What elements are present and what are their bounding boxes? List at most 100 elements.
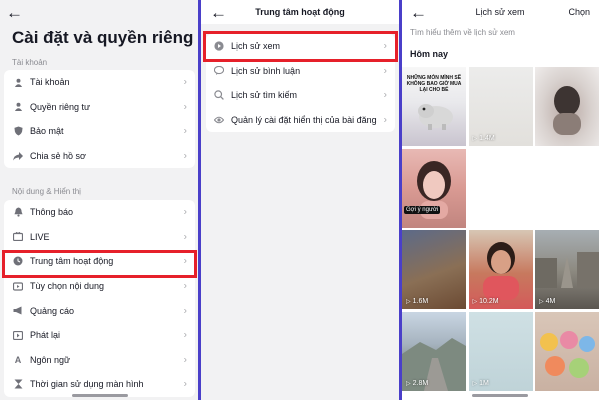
- person-icon: [13, 77, 23, 87]
- play-icon: ▷: [472, 136, 478, 142]
- settings-item-language[interactable]: A Ngôn ngữ ›: [4, 348, 195, 373]
- hourglass-icon: [13, 379, 23, 389]
- settings-item-security[interactable]: Bảo mật ›: [4, 119, 195, 144]
- video-thumbnail[interactable]: ▷ 2.8M: [402, 311, 466, 391]
- highlight-box: [2, 250, 197, 278]
- activity-item-search-history[interactable]: Lịch sử tìm kiếm ›: [206, 83, 395, 108]
- video-thumbnail[interactable]: ▷ 10.2M: [468, 230, 533, 309]
- video-thumbnail[interactable]: [535, 311, 599, 391]
- chevron-right-icon: ›: [183, 305, 187, 317]
- panel-divider: [399, 0, 402, 400]
- toys-image: [540, 330, 595, 378]
- settings-item-label: Thời gian sử dụng màn hình: [30, 379, 144, 390]
- settings-item-label: Tài khoản: [30, 77, 70, 88]
- chevron-right-icon: ›: [183, 378, 187, 390]
- settings-item-label: LIVE: [30, 231, 50, 242]
- video-grid: NHỮNG MÓN MÌNH SẼ KHÔNG BAO GIỜ MUA LẠI …: [402, 67, 599, 391]
- play-icon: ▷: [406, 380, 411, 387]
- play-icon: ▷: [472, 299, 478, 305]
- chevron-right-icon: ›: [183, 150, 187, 162]
- view-count: ▷ 4M: [539, 298, 556, 305]
- chevron-right-icon: ›: [183, 231, 187, 243]
- chevron-right-icon: ›: [383, 65, 387, 77]
- chevron-right-icon: ›: [183, 206, 187, 218]
- chevron-right-icon: ›: [183, 329, 187, 341]
- video-caption: NHỮNG MÓN MÌNH SẼ KHÔNG BAO GIỜ MUA LẠI …: [406, 75, 462, 93]
- share-icon: [13, 151, 23, 161]
- chevron-right-icon: ›: [183, 125, 187, 137]
- megaphone-icon: [13, 306, 23, 316]
- settings-item-label: Phát lại: [30, 330, 61, 341]
- suggestion-sticker: Gợi ý người: [404, 205, 441, 214]
- highlight-box: [203, 31, 398, 62]
- language-icon: A: [14, 354, 22, 365]
- back-arrow-icon[interactable]: ←: [6, 4, 23, 21]
- view-count: ▷ 2.8M: [406, 379, 429, 387]
- section-title: Hôm nay: [410, 49, 449, 59]
- view-count: ▷ 1M: [472, 379, 489, 387]
- settings-item-ads[interactable]: Quảng cáo ›: [4, 298, 195, 323]
- video-thumbnail[interactable]: [468, 148, 533, 228]
- activity-item-label: Lịch sử tìm kiếm: [231, 90, 298, 101]
- street-image: [535, 252, 599, 288]
- settings-item-playback[interactable]: Phát lại ›: [4, 323, 195, 348]
- page-title: Trung tâm hoạt động: [255, 7, 345, 17]
- video-thumbnail[interactable]: [535, 148, 599, 228]
- chevron-right-icon: ›: [183, 101, 187, 113]
- chevron-right-icon: ›: [383, 89, 387, 101]
- account-card: Tài khoản › Quyền riêng tư › Bảo mật › C…: [4, 70, 195, 169]
- settings-item-share-profile[interactable]: Chia sẻ hồ sơ ›: [4, 144, 195, 169]
- settings-panel: ← Cài đặt và quyền riêng tư Tài khoản Tà…: [0, 0, 200, 400]
- select-button[interactable]: Chọn: [568, 7, 590, 17]
- chevron-right-icon: ›: [183, 280, 187, 292]
- view-count: ▷ 1.4M: [472, 135, 495, 142]
- video-thumbnail[interactable]: ▷ 1M: [468, 311, 533, 391]
- video-thumbnail[interactable]: Gợi ý người: [402, 148, 466, 228]
- settings-item-label: Thông báo: [30, 207, 74, 218]
- settings-item-privacy[interactable]: Quyền riêng tư ›: [4, 95, 195, 120]
- settings-item-notifications[interactable]: Thông báo ›: [4, 200, 195, 225]
- chevron-right-icon: ›: [183, 354, 187, 366]
- page-title: Cài đặt và quyền riêng tư: [12, 28, 200, 47]
- settings-item-label: Ngôn ngữ: [30, 354, 71, 365]
- video-thumbnail[interactable]: ▷ 4M: [535, 230, 599, 309]
- watch-history-panel: ← Lịch sử xem Chọn Tìm hiểu thêm về lịch…: [400, 0, 600, 400]
- activity-item-label: Lịch sử bình luận: [231, 65, 301, 76]
- chevron-right-icon: ›: [383, 114, 387, 126]
- activity-item-post-visibility[interactable]: Quản lý cài đặt hiển thị của bài đăng ›: [206, 108, 395, 133]
- toy-image: [418, 104, 453, 130]
- comment-icon: [214, 66, 224, 76]
- settings-item-label: Tùy chọn nội dung: [30, 281, 105, 292]
- activity-item-comment-history[interactable]: Lịch sử bình luận ›: [206, 59, 395, 84]
- activity-item-label: Quản lý cài đặt hiển thị của bài đăng: [231, 114, 377, 125]
- play-icon: ▷: [472, 380, 478, 387]
- learn-more-link[interactable]: Tìm hiểu thêm về lịch sử xem: [410, 28, 515, 37]
- shield-icon: [13, 126, 23, 136]
- live-icon: [13, 232, 23, 242]
- chevron-right-icon: ›: [183, 76, 187, 88]
- activity-center-panel: ← Trung tâm hoạt động Lịch sử xem › Lịch…: [200, 0, 400, 400]
- settings-item-label: Quảng cáo: [30, 305, 75, 316]
- home-indicator: [472, 394, 528, 397]
- person-image: [553, 86, 581, 135]
- view-count: ▷ 1.6M: [406, 298, 429, 305]
- play-icon: ▷: [539, 299, 544, 305]
- video-thumbnail[interactable]: [535, 67, 599, 146]
- video-thumbnail[interactable]: ▷ 1.4M: [468, 67, 533, 146]
- content-card: Thông báo › LIVE › Trung tâm hoạt động ›…: [4, 200, 195, 397]
- screenshot-composite: ← Cài đặt và quyền riêng tư Tài khoản Tà…: [0, 0, 600, 400]
- panel-divider: [198, 0, 201, 400]
- settings-item-account[interactable]: Tài khoản ›: [4, 70, 195, 95]
- lock-icon: [13, 102, 23, 112]
- video-thumbnail[interactable]: NHỮNG MÓN MÌNH SẼ KHÔNG BAO GIỜ MUA LẠI …: [402, 67, 466, 146]
- settings-item-live[interactable]: LIVE ›: [4, 225, 195, 250]
- person-image: [482, 242, 519, 300]
- eye-icon: [214, 115, 224, 125]
- play-icon: ▷: [406, 299, 411, 305]
- settings-item-label: Chia sẻ hồ sơ: [30, 151, 86, 162]
- home-indicator: [72, 394, 128, 397]
- search-icon: [214, 90, 224, 101]
- video-thumbnail[interactable]: ▷ 1.6M: [402, 230, 466, 309]
- play-icon: [13, 330, 23, 340]
- account-section-label: Tài khoản: [12, 58, 48, 67]
